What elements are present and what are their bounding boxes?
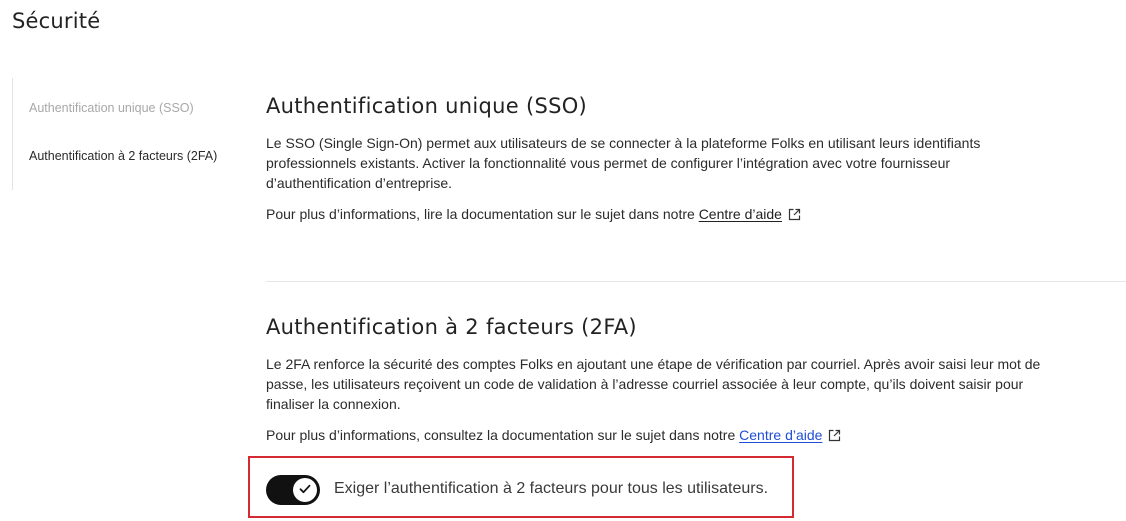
tfa-more-text: Pour plus d’informations, consultez la d… bbox=[266, 427, 736, 443]
external-link-icon[interactable] bbox=[788, 206, 801, 221]
tfa-help-center-link[interactable]: Centre d’aide bbox=[739, 427, 822, 443]
sso-more-text: Pour plus d’informations, lire la docume… bbox=[266, 206, 695, 222]
tfa-section: Authentification à 2 facteurs (2FA) Le 2… bbox=[266, 313, 1046, 445]
check-icon bbox=[299, 481, 311, 499]
tfa-title: Authentification à 2 facteurs (2FA) bbox=[266, 315, 637, 339]
sidebar-item-2fa[interactable]: Authentification à 2 facteurs (2FA) bbox=[29, 149, 217, 163]
sidebar: Authentification unique (SSO) Authentifi… bbox=[12, 78, 237, 190]
tfa-more-info: Pour plus d’informations, consultez la d… bbox=[266, 425, 1046, 445]
sidebar-item-sso[interactable]: Authentification unique (SSO) bbox=[29, 101, 194, 115]
external-link-icon[interactable] bbox=[828, 427, 841, 442]
sso-section: Authentification unique (SSO) Le SSO (Si… bbox=[266, 92, 1046, 224]
page-title: Sécurité bbox=[12, 9, 101, 33]
sso-help-center-link[interactable]: Centre d’aide bbox=[699, 206, 782, 222]
tfa-toggle-highlight: Exiger l’authentification à 2 facteurs p… bbox=[248, 456, 794, 518]
security-page: Sécurité Authentification unique (SSO) A… bbox=[0, 0, 1126, 521]
sso-more-info: Pour plus d’informations, lire la docume… bbox=[266, 204, 1046, 224]
toggle-knob bbox=[293, 478, 317, 502]
tfa-toggle-label[interactable]: Exiger l’authentification à 2 facteurs p… bbox=[334, 480, 768, 498]
sso-title: Authentification unique (SSO) bbox=[266, 94, 588, 118]
tfa-description: Le 2FA renforce la sécurité des comptes … bbox=[266, 356, 1041, 412]
sso-description: Le SSO (Single Sign-On) permet aux utili… bbox=[266, 135, 981, 191]
section-divider bbox=[266, 281, 1126, 282]
tfa-require-toggle[interactable] bbox=[266, 475, 320, 505]
